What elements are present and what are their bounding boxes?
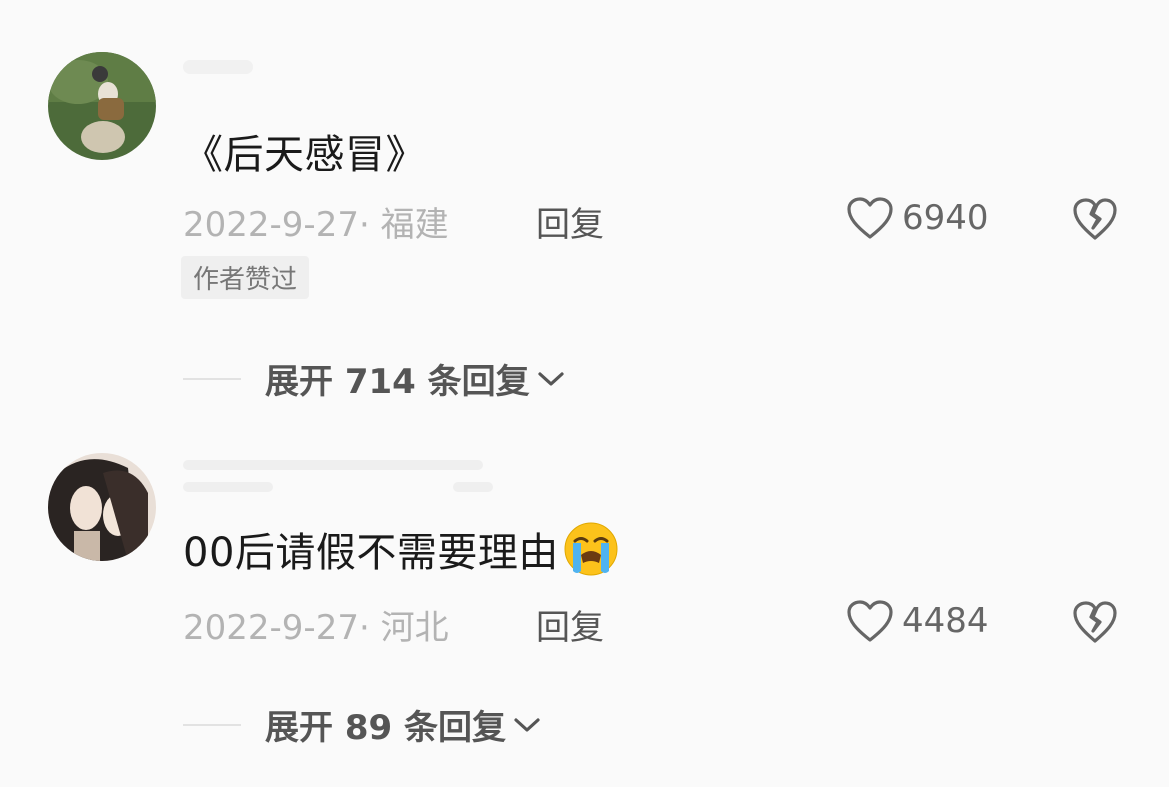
dislike-button[interactable]	[1072, 197, 1118, 241]
avatar-image	[48, 52, 156, 160]
divider-line	[183, 723, 241, 726]
username-blurred[interactable]	[183, 60, 253, 74]
comment-text: 00后请假不需要理由	[183, 530, 559, 576]
expand-replies-button[interactable]: 展开 89 条回复	[183, 700, 542, 749]
like-count: 6940	[902, 198, 989, 238]
chevron-down-icon	[514, 717, 540, 732]
like-button[interactable]: 6940	[846, 196, 989, 240]
divider-line	[183, 377, 241, 380]
avatar[interactable]	[48, 52, 156, 160]
comment-date-location: 2022-9-27· 福建	[183, 205, 449, 245]
loudly-crying-face-icon	[564, 522, 618, 576]
heart-icon	[847, 600, 893, 642]
broken-heart-icon	[1073, 601, 1117, 643]
like-button[interactable]: 4484	[846, 599, 989, 643]
chevron-down-icon	[538, 371, 564, 386]
comment-text: 《后天感冒》	[183, 132, 426, 178]
like-count: 4484	[902, 601, 989, 641]
comment-item: 00后请假不需要理由 2022-9-27· 河北 回复 4484 展开 89 条…	[0, 420, 1169, 787]
reply-button[interactable]: 回复	[536, 600, 604, 649]
avatar[interactable]	[48, 453, 156, 561]
comment-list: 《后天感冒》 2022-9-27· 福建 回复 6940 作者赞过 展开 714…	[0, 0, 1169, 787]
reply-button[interactable]: 回复	[536, 197, 604, 246]
comment-item: 《后天感冒》 2022-9-27· 福建 回复 6940 作者赞过 展开 714…	[0, 0, 1169, 420]
expand-replies-button[interactable]: 展开 714 条回复	[183, 354, 566, 403]
avatar-image	[48, 453, 156, 561]
author-liked-badge: 作者赞过	[181, 256, 310, 299]
heart-icon	[847, 197, 893, 239]
comment-date-location: 2022-9-27· 河北	[183, 608, 449, 648]
broken-heart-icon	[1073, 198, 1117, 240]
dislike-button[interactable]	[1072, 600, 1118, 644]
expand-replies-label: 展开 89 条回复	[265, 708, 506, 748]
comment-text-row: 00后请假不需要理由	[183, 520, 619, 578]
expand-replies-label: 展开 714 条回复	[265, 362, 530, 402]
username-blurred[interactable]	[183, 456, 493, 492]
